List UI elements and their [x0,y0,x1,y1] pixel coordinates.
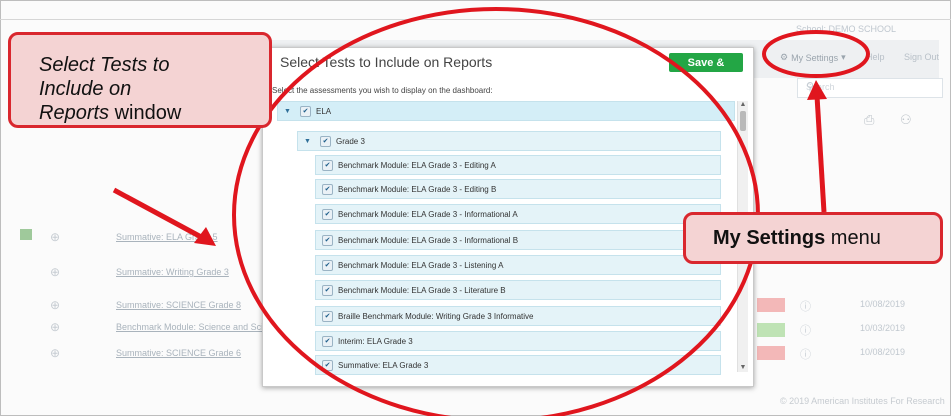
tree-item-subject[interactable]: ▼ ✔ ELA [277,101,735,121]
checkbox-checked-icon[interactable]: ✔ [322,335,333,347]
select-tests-dialog: Select Tests to Include on Reports Save … [262,47,754,387]
tree-item-test[interactable]: ✔ Summative: ELA Grade 3 [315,355,721,375]
info-icon[interactable]: ⓘ [800,298,811,314]
test-link[interactable]: Summative: SCIENCE Grade 6 [116,348,241,358]
tree-item-test[interactable]: ✔ Benchmark Module: ELA Grade 3 - Litera… [315,280,721,300]
status-date: 10/08/2019 [860,299,906,309]
callout-settings-bold: My Settings [713,227,826,249]
tree-item-label: Braille Benchmark Module: Writing Grade … [338,311,534,321]
scroll-up-icon[interactable]: ▲ [738,101,748,109]
callout-settings-rest: menu [825,227,881,249]
checkbox-checked-icon[interactable]: ✔ [322,359,333,371]
tree-item-test[interactable]: ✔ Braille Benchmark Module: Writing Grad… [315,306,721,326]
info-icon[interactable]: ⓘ [800,322,811,338]
tree-item-test[interactable]: ✔ Interim: ELA Grade 3 [315,331,721,351]
expand-icon[interactable]: ⊕ [50,320,60,334]
tree-item-label: Grade 3 [336,136,365,146]
checkbox-checked-icon[interactable]: ✔ [322,310,333,322]
my-settings-menu[interactable]: ⚙ My Settings ▾ [780,52,846,63]
info-icon[interactable]: ⓘ [800,346,811,362]
checkbox-checked-icon[interactable]: ✔ [322,284,333,296]
scroll-down-icon[interactable]: ▼ [738,364,748,372]
user-icon[interactable]: ⚇ [900,112,912,128]
tree-item-test[interactable]: ✔ Benchmark Module: ELA Grade 3 - Inform… [315,230,721,250]
caret-down-icon[interactable]: ▼ [284,108,294,115]
callout-line-1: Select Tests to [39,54,170,76]
tree-item-label: Benchmark Module: ELA Grade 3 - Informat… [338,209,518,219]
tree-item-label: Benchmark Module: ELA Grade 3 - Editing … [338,160,496,170]
checkbox-checked-icon[interactable]: ✔ [322,259,333,271]
gear-icon: ⚙ [780,52,789,62]
search-icon[interactable]: ⚲ [806,80,940,93]
copyright: © 2019 American Institutes For Research [780,396,945,406]
help-link[interactable]: Help [866,52,885,62]
test-link[interactable]: Summative: ELA Grade 5 [116,232,218,242]
status-date: 10/08/2019 [860,347,906,357]
checkbox-checked-icon[interactable]: ✔ [320,135,331,147]
tree-item-label: ELA [316,106,332,116]
tree-item-grade[interactable]: ▼ ✔ Grade 3 [297,131,721,151]
scroll-thumb[interactable] [740,111,746,131]
print-icon[interactable]: ⎙ [864,112,874,128]
callout-line-2: Include on [39,78,132,100]
chevron-down-icon: ▾ [841,52,846,62]
test-link[interactable]: Summative: SCIENCE Grade 8 [116,300,241,310]
my-settings-label: My Settings [791,52,839,63]
header-divider [0,19,951,20]
checkbox-checked-icon[interactable]: ✔ [322,208,333,220]
callout-line-3-bold: Reports [39,102,110,124]
tree-item-test[interactable]: ✔ Benchmark Module: ELA Grade 3 - Editin… [315,155,721,175]
checkbox-checked-icon[interactable]: ✔ [300,105,311,117]
dialog-title: Select Tests to Include on Reports [280,54,493,70]
tree-item-label: Benchmark Module: ELA Grade 3 - Literatu… [338,285,506,295]
expand-icon[interactable]: ⊕ [50,230,60,244]
score-bar [757,346,785,360]
tree-item-label: Summative: ELA Grade 3 [338,360,429,370]
callout-tests-window: Select Tests to Include on Reports windo… [8,32,272,128]
search-input[interactable]: Search ⚲ [797,78,943,98]
expand-icon[interactable]: ⊕ [50,265,60,279]
save-close-button[interactable]: Save & Close [669,53,743,88]
dialog-instruction: Select the assessments you wish to displ… [272,86,493,95]
checkbox-checked-icon[interactable]: ✔ [322,183,333,195]
tree-item-test[interactable]: ✔ Benchmark Module: ELA Grade 3 - Listen… [315,255,721,275]
tree-item-label: Benchmark Module: ELA Grade 3 - Editing … [338,184,497,194]
sign-out-link[interactable]: Sign Out [904,52,939,62]
caret-down-icon[interactable]: ▼ [304,138,314,145]
checkbox-checked-icon[interactable]: ✔ [322,234,333,246]
expand-icon[interactable]: ⊕ [50,346,60,360]
score-bar [757,298,785,312]
callout-settings-menu: My Settings menu [683,212,943,264]
expand-icon[interactable]: ⊕ [50,298,60,312]
tree-item-label: Interim: ELA Grade 3 [338,336,413,346]
tree-item-label: Benchmark Module: ELA Grade 3 - Informat… [338,235,519,245]
tree-item-label: Benchmark Module: ELA Grade 3 - Listenin… [338,260,504,270]
status-flag [20,229,32,240]
score-bar [757,323,785,337]
tree-item-test[interactable]: ✔ Benchmark Module: ELA Grade 3 - Editin… [315,179,721,199]
callout-line-3-rest: window [109,102,182,124]
test-link[interactable]: Summative: Writing Grade 3 [116,267,229,277]
tree-item-test[interactable]: ✔ Benchmark Module: ELA Grade 3 - Inform… [315,204,721,224]
status-date: 10/03/2019 [860,323,906,333]
checkbox-checked-icon[interactable]: ✔ [322,159,333,171]
school-label: School: DEMO SCHOOL [796,24,897,34]
